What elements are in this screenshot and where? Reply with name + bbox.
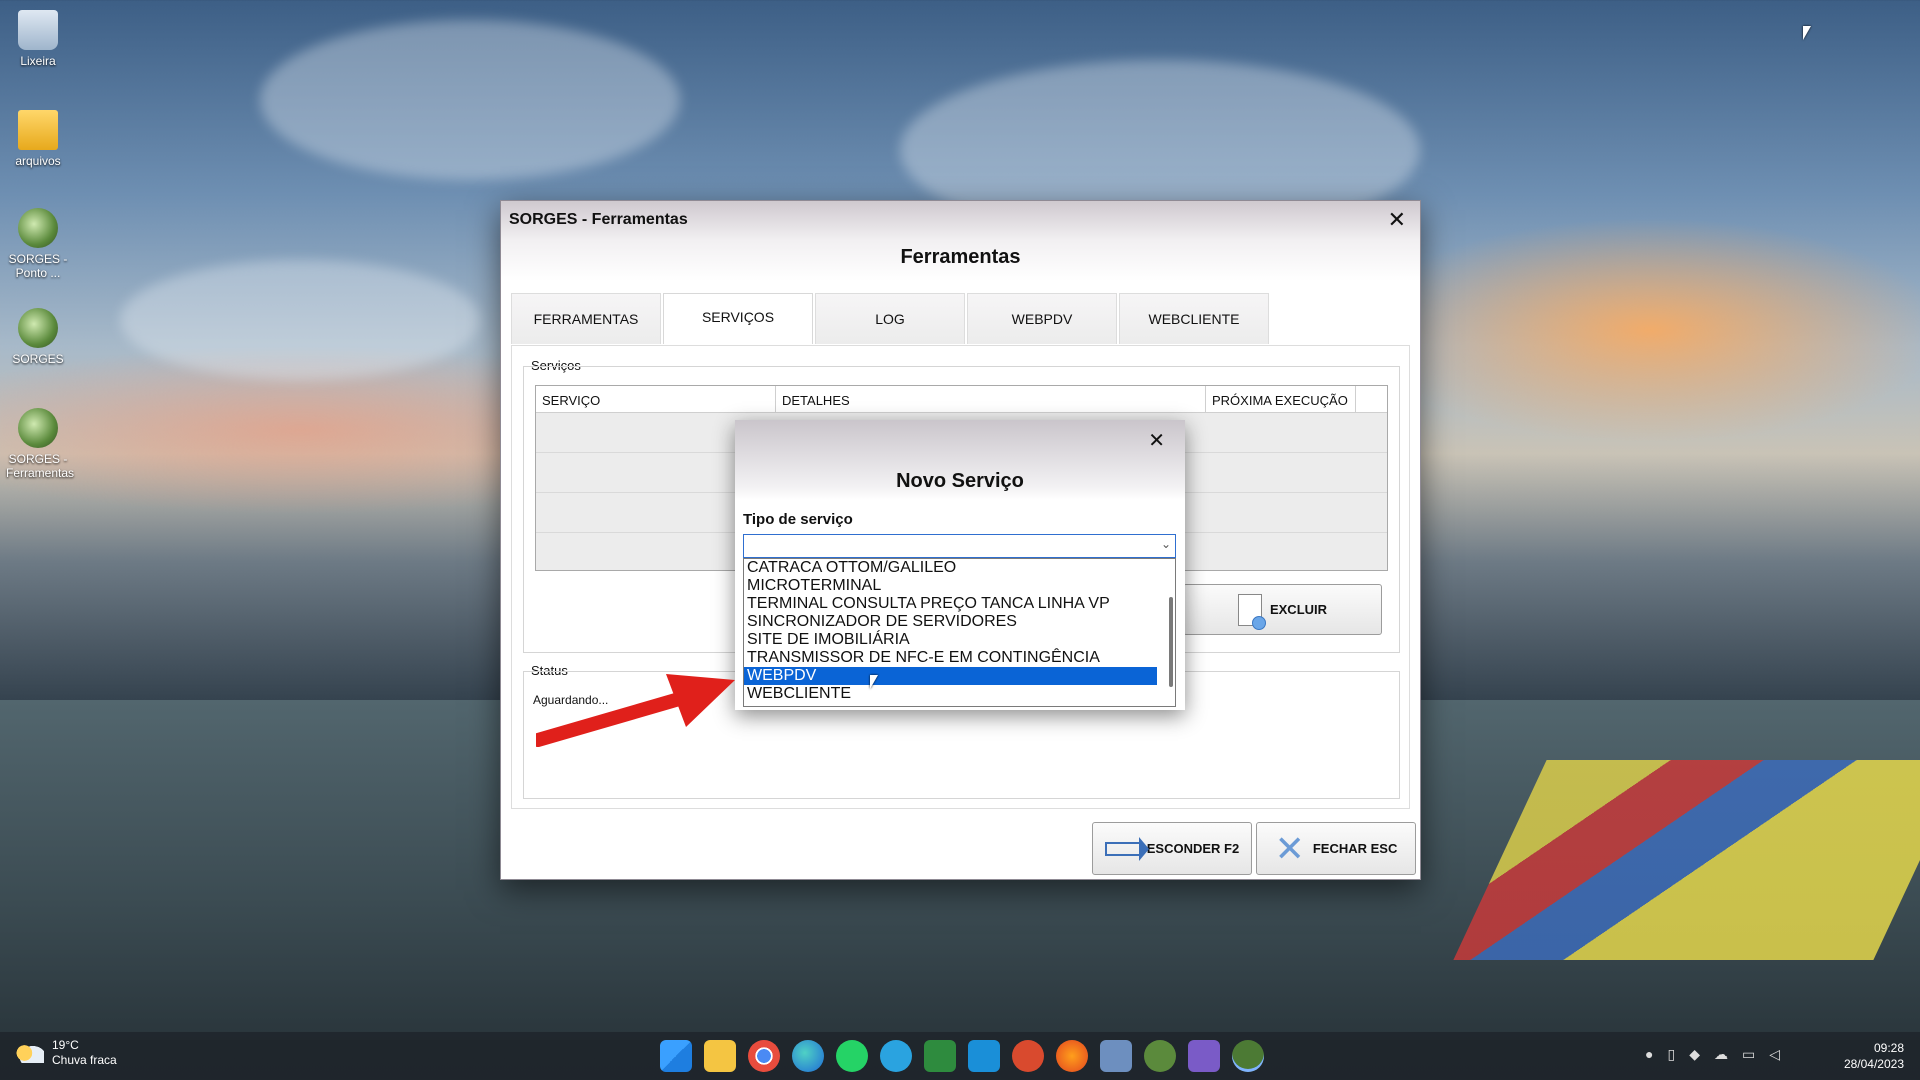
window-titlebar[interactable]: SORGES - Ferramentas ✕: [501, 201, 1420, 241]
desktop-icon-arquivos[interactable]: arquivos: [6, 110, 70, 168]
arrow-right-icon: [1104, 836, 1149, 861]
tipo-servico-dropdown: CATRACA OTTOM/GALILEO MICROTERMINAL TERM…: [743, 558, 1176, 707]
dropdown-scrollbar[interactable]: [1169, 597, 1173, 687]
desktop-icon-sorges-ferramentas[interactable]: SORGES - Ferramentas: [6, 408, 75, 480]
recycle-bin-icon: [18, 10, 58, 50]
fechar-label: FECHAR ESC: [1312, 841, 1398, 856]
red-annotation-arrow: [536, 674, 735, 747]
option-catraca[interactable]: CATRACA OTTOM/GALILEO: [744, 559, 1175, 577]
window-header: Ferramentas: [501, 241, 1420, 281]
start-icon[interactable]: [660, 1040, 692, 1072]
edge-icon[interactable]: [792, 1040, 824, 1072]
tab-log[interactable]: LOG: [815, 293, 965, 344]
tipo-servico-select[interactable]: ⌄: [743, 534, 1176, 558]
folder-icon: [18, 110, 58, 150]
option-terminal-consulta[interactable]: TERMINAL CONSULTA PREÇO TANCA LINHA VP: [744, 595, 1175, 613]
desktop-icon-label: arquivos: [15, 154, 61, 168]
column-header-detalhes[interactable]: DETALHES: [776, 386, 1206, 412]
desktop-icon-label: SORGES - Ferramentas: [6, 452, 75, 480]
grid-header: SERVIÇO DETALHES PRÓXIMA EXECUÇÃO: [536, 386, 1387, 413]
tab-bar: FERRAMENTAS SERVIÇOS LOG WEBPDV WEBCLIEN…: [511, 293, 1271, 345]
sorges-shortcut-icon: [18, 308, 58, 348]
sorges-active-icon[interactable]: [1232, 1040, 1264, 1072]
mail-icon[interactable]: [968, 1040, 1000, 1072]
weather-widget[interactable]: 19°C Chuva fraca: [16, 1038, 117, 1068]
sorges-shortcut-icon: [18, 408, 58, 448]
cloud: [120, 260, 480, 380]
option-webcliente[interactable]: WEBCLIENTE: [744, 685, 1175, 703]
sheet-icon[interactable]: [924, 1040, 956, 1072]
option-site-imobiliaria[interactable]: SITE DE IMOBILIÁRIA: [744, 631, 1175, 649]
excluir-label: EXCLUIR: [1269, 602, 1328, 617]
esconder-label: ESCONDER F2: [1146, 841, 1240, 856]
dialog-title: Novo Serviço: [896, 470, 1024, 492]
whatsapp-icon[interactable]: [836, 1040, 868, 1072]
mouse-cursor-icon: [1803, 26, 1811, 40]
file-explorer-icon[interactable]: [704, 1040, 736, 1072]
tab-webpdv[interactable]: WEBPDV: [967, 293, 1117, 344]
tipo-servico-label: Tipo de serviço: [743, 511, 853, 528]
close-x-icon: ✕: [1274, 827, 1305, 869]
excluir-button[interactable]: EXCLUIR: [1183, 584, 1382, 635]
settings-icon[interactable]: [1100, 1040, 1132, 1072]
tray-security-icon[interactable]: ◆: [1689, 1046, 1700, 1063]
tab-servicos[interactable]: SERVIÇOS: [663, 293, 813, 344]
tray-usb-icon[interactable]: ▯: [1667, 1046, 1675, 1063]
column-header-servico[interactable]: SERVIÇO: [536, 386, 776, 412]
app-icon[interactable]: [1012, 1040, 1044, 1072]
desktop-icon-label: SORGES - Ponto ...: [8, 252, 68, 280]
network-icon[interactable]: ▭: [1742, 1046, 1755, 1063]
weather-temp: 19°C: [52, 1038, 79, 1052]
fechar-button[interactable]: ✕ FECHAR ESC: [1256, 822, 1416, 875]
window-close-button[interactable]: ✕: [1388, 207, 1406, 233]
desktop-icon-sorges-ponto[interactable]: SORGES - Ponto ...: [6, 208, 70, 280]
media-icon[interactable]: [1188, 1040, 1220, 1072]
clock[interactable]: 09:28 28/04/2023: [1844, 1040, 1904, 1072]
chevron-down-icon[interactable]: ⌄: [1161, 537, 1171, 551]
option-webpdv[interactable]: WEBPDV: [744, 667, 1157, 685]
delete-document-icon: [1237, 593, 1266, 630]
clock-time: 09:28: [1873, 1041, 1904, 1055]
desktop-icon-sorges[interactable]: SORGES: [6, 308, 70, 366]
sorges-icon[interactable]: [1144, 1040, 1176, 1072]
dialog-titlebar[interactable]: ✕ Novo Serviço: [735, 420, 1185, 500]
system-tray: ● ▯ ◆ ☁ ▭ ◁: [1645, 1046, 1780, 1063]
desktop-icon-label: Lixeira: [20, 54, 56, 68]
option-transmissor-nfce[interactable]: TRANSMISSOR DE NFC-E EM CONTINGÊNCIA: [744, 649, 1175, 667]
weather-desc: Chuva fraca: [52, 1053, 117, 1067]
esconder-button[interactable]: ESCONDER F2: [1092, 822, 1252, 875]
telegram-icon[interactable]: [880, 1040, 912, 1072]
chrome-icon[interactable]: [748, 1040, 780, 1072]
dialog-close-button[interactable]: ✕: [1148, 428, 1165, 453]
cloud: [260, 20, 680, 180]
firefox-icon[interactable]: [1056, 1040, 1088, 1072]
novo-servico-dialog: ✕ Novo Serviço Tipo de serviço ⌄ CATRACA…: [735, 420, 1185, 710]
window-title: SORGES - Ferramentas: [509, 211, 688, 228]
option-sincronizador[interactable]: SINCRONIZADOR DE SERVIDORES: [744, 613, 1175, 631]
taskbar-apps: [660, 1040, 1264, 1072]
tab-webcliente[interactable]: WEBCLIENTE: [1119, 293, 1269, 344]
tray-sorges-icon[interactable]: ●: [1645, 1046, 1653, 1063]
sorges-shortcut-icon: [18, 208, 58, 248]
tray-cloud-icon[interactable]: ☁: [1714, 1046, 1728, 1063]
tab-ferramentas[interactable]: FERRAMENTAS: [511, 293, 661, 344]
weather-rain-icon: [16, 1043, 44, 1063]
desktop-icon-label: SORGES: [12, 352, 64, 366]
option-microterminal[interactable]: MICROTERMINAL: [744, 577, 1175, 595]
mouse-cursor-icon: [870, 675, 878, 689]
taskbar: 19°C Chuva fraca ● ▯ ◆ ☁ ▭ ◁ 09:28 28/04…: [0, 1032, 1920, 1080]
column-header-proxima-execucao[interactable]: PRÓXIMA EXECUÇÃO: [1206, 386, 1356, 412]
clock-date: 28/04/2023: [1843, 1057, 1904, 1071]
volume-icon[interactable]: ◁: [1769, 1046, 1780, 1063]
desktop-icon-lixeira[interactable]: Lixeira: [6, 10, 70, 68]
